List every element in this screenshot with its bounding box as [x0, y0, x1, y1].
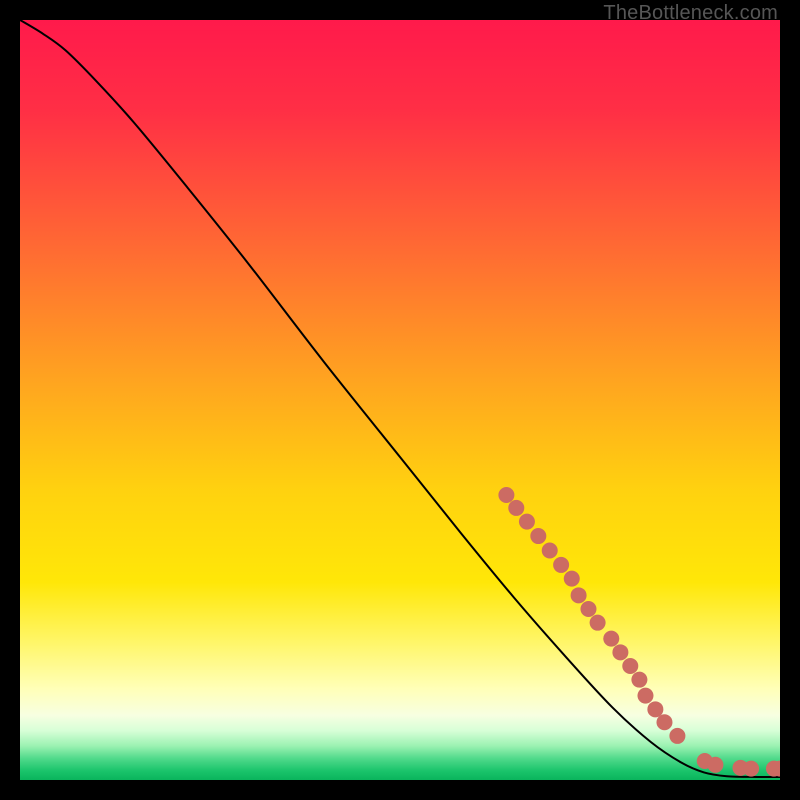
data-marker: [622, 658, 638, 674]
data-marker: [519, 514, 535, 530]
data-marker: [508, 500, 524, 516]
data-marker: [743, 761, 759, 777]
data-marker: [647, 701, 663, 717]
data-marker: [571, 587, 587, 603]
chart-svg: [20, 20, 780, 780]
data-marker: [580, 601, 596, 617]
data-marker: [707, 757, 723, 773]
data-marker: [590, 615, 606, 631]
data-marker: [498, 487, 514, 503]
data-marker: [631, 672, 647, 688]
plot-area: [20, 20, 780, 780]
data-marker: [669, 728, 685, 744]
gradient-background: [20, 20, 780, 780]
data-marker: [530, 528, 546, 544]
data-marker: [564, 571, 580, 587]
data-marker: [612, 644, 628, 660]
data-marker: [637, 688, 653, 704]
watermark-text: TheBottleneck.com: [603, 2, 778, 25]
data-marker: [603, 631, 619, 647]
chart-frame: TheBottleneck.com: [0, 0, 800, 800]
data-marker: [542, 542, 558, 558]
data-marker: [656, 714, 672, 730]
data-marker: [553, 557, 569, 573]
